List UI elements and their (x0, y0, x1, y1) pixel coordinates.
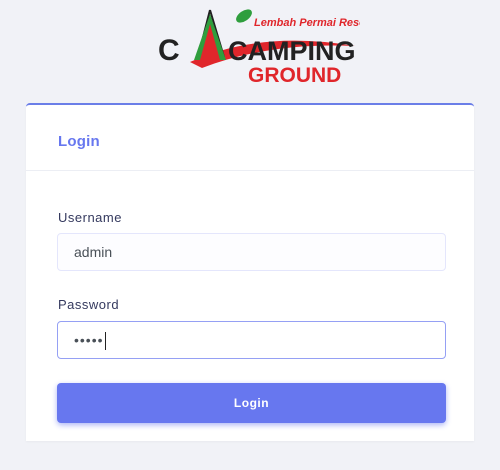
logo-brand-sub: GROUND (248, 64, 341, 87)
card-title: Login (58, 133, 100, 150)
password-input[interactable]: ••••• (57, 321, 446, 359)
login-page: C CAMPING GROUND Lembah Permai Resort Lo… (0, 0, 500, 470)
password-label: Password (58, 297, 120, 312)
password-mask: ••••• (74, 332, 104, 348)
camping-ground-logo: C CAMPING GROUND Lembah Permai Resort (150, 2, 360, 88)
card-header: Login (26, 105, 474, 171)
logo-tagline: Lembah Permai Resort (254, 17, 360, 29)
logo-brand-main: CAMPING (228, 36, 356, 66)
username-label: Username (58, 210, 122, 225)
svg-text:C: C (158, 34, 180, 67)
text-caret (104, 332, 106, 351)
username-input[interactable]: admin (57, 233, 446, 271)
login-button[interactable]: Login (57, 383, 446, 423)
username-value: admin (74, 244, 113, 260)
login-card: Login Username admin Password ••••• Logi… (26, 103, 474, 441)
